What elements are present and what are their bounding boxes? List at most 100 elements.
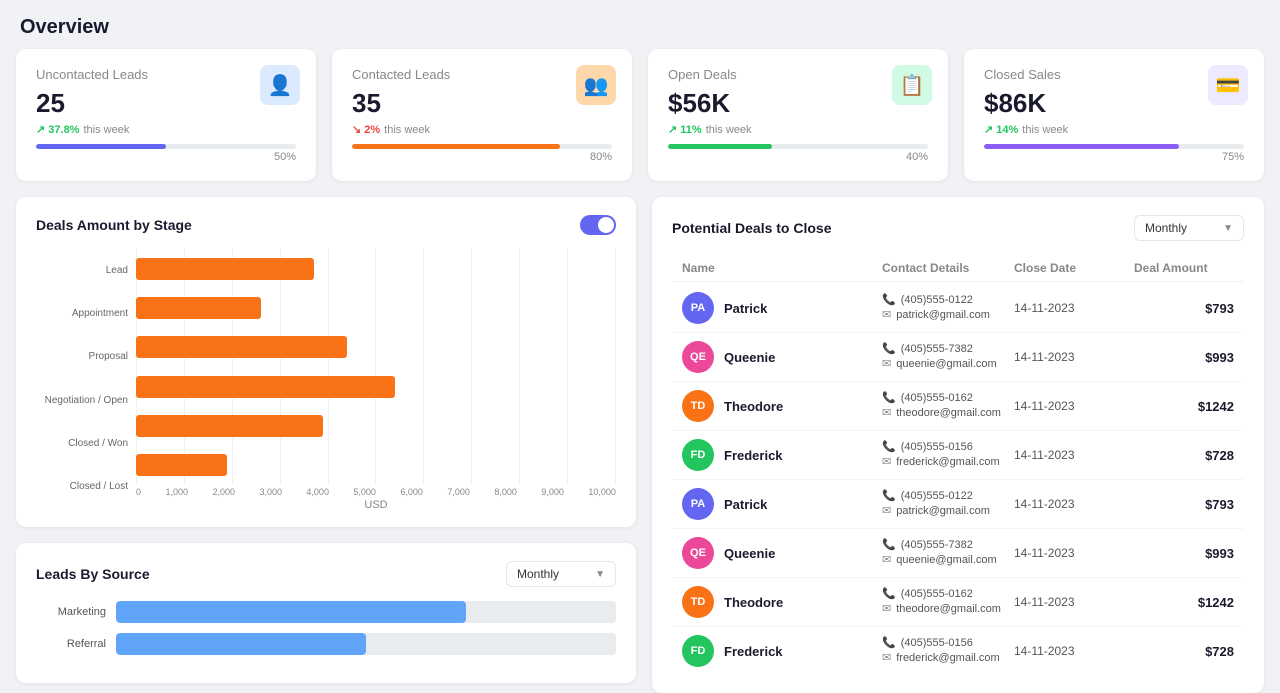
kpi-trend: ↗ 14% this week: [984, 123, 1244, 136]
phone-detail: 📞 (405)555-0162: [882, 391, 1014, 404]
contact-name: Frederick: [724, 448, 783, 463]
phone-icon: 📞: [882, 342, 896, 355]
x-axis-label: 5,000: [353, 487, 376, 497]
email-icon: ✉: [882, 455, 891, 468]
kpi-progress-fill: [668, 144, 772, 149]
trend-up-icon: ↗ 11%: [668, 123, 702, 136]
potential-deals-title: Potential Deals to Close: [672, 220, 831, 236]
kpi-icon-3: 💳: [1208, 65, 1248, 105]
phone-icon: 📞: [882, 440, 896, 453]
contact-name: Theodore: [724, 595, 783, 610]
close-date: 14-11-2023: [1014, 546, 1134, 560]
phone-icon: 📞: [882, 391, 896, 404]
contact-cell: TD Theodore: [682, 390, 882, 422]
table-row: TD Theodore 📞 (405)555-0162 ✉ theodore@g…: [672, 578, 1244, 627]
bottom-row: Deals Amount by Stage LeadAppointmentPro…: [0, 197, 1280, 693]
kpi-value: $86K: [984, 88, 1244, 119]
deals-chart: LeadAppointmentProposalNegotiation / Ope…: [36, 249, 616, 509]
trend-down-icon: ↘ 2%: [352, 123, 380, 136]
phone-detail: 📞 (405)555-7382: [882, 342, 1014, 355]
kpi-value: 25: [36, 88, 296, 119]
contact-name: Queenie: [724, 350, 775, 365]
potential-deals-dropdown[interactable]: Monthly ▼: [1134, 215, 1244, 241]
deals-chart-header: Deals Amount by Stage: [36, 215, 616, 235]
email-detail: ✉ queenie@gmail.com: [882, 357, 1014, 370]
bar-5: [136, 454, 227, 476]
kpi-trend: ↗ 11% this week: [668, 123, 928, 136]
deal-amount: $993: [1134, 546, 1234, 561]
table-header: NameContact DetailsClose DateDeal Amount: [672, 255, 1244, 282]
page-title: Overview: [0, 0, 1280, 49]
leads-source-card: Leads By Source Monthly ▼ Marketing Refe…: [16, 543, 636, 683]
contact-details: 📞 (405)555-0162 ✉ theodore@gmail.com: [882, 587, 1014, 617]
kpi-card-3: Closed Sales $86K ↗ 14% this week 75% 💳: [964, 49, 1264, 181]
leads-source-dropdown[interactable]: Monthly ▼: [506, 561, 616, 587]
kpi-progress-fill: [352, 144, 560, 149]
kpi-percent: 75%: [984, 151, 1244, 163]
kpi-icon-2: 📋: [892, 65, 932, 105]
close-date: 14-11-2023: [1014, 301, 1134, 315]
table-row: PA Patrick 📞 (405)555-0122 ✉ patrick@gma…: [672, 480, 1244, 529]
email-detail: ✉ queenie@gmail.com: [882, 553, 1014, 566]
potential-deals-card: Potential Deals to Close Monthly ▼ NameC…: [652, 197, 1264, 693]
x-axis-label: 4,000: [306, 487, 329, 497]
email-icon: ✉: [882, 602, 891, 615]
avatar: QE: [682, 341, 714, 373]
kpi-percent: 50%: [36, 151, 296, 163]
contact-name: Frederick: [724, 644, 783, 659]
close-date: 14-11-2023: [1014, 399, 1134, 413]
close-date: 14-11-2023: [1014, 497, 1134, 511]
x-axis-label: 0: [136, 487, 141, 497]
deal-amount: $1242: [1134, 399, 1234, 414]
bar-1: [136, 297, 261, 319]
table-row: PA Patrick 📞 (405)555-0122 ✉ patrick@gma…: [672, 284, 1244, 333]
table-row: FD Frederick 📞 (405)555-0156 ✉ frederick…: [672, 627, 1244, 675]
kpi-progress-fill: [984, 144, 1179, 149]
chart-bar-row: [136, 406, 616, 445]
x-axis-label: 10,000: [588, 487, 616, 497]
phone-icon: 📞: [882, 489, 896, 502]
stage-label: Lead: [106, 265, 128, 277]
stage-label: Negotiation / Open: [45, 395, 128, 407]
close-date: 14-11-2023: [1014, 448, 1134, 462]
avatar: PA: [682, 292, 714, 324]
leads-source-header: Leads By Source Monthly ▼: [36, 561, 616, 587]
leads-bar-label: Marketing: [36, 606, 106, 618]
kpi-icon-1: 👥: [576, 65, 616, 105]
email-icon: ✉: [882, 651, 891, 664]
avatar: TD: [682, 586, 714, 618]
kpi-percent: 40%: [668, 151, 928, 163]
bar-0: [136, 258, 314, 280]
table-col-header: Close Date: [1014, 261, 1134, 275]
stage-label: Proposal: [89, 351, 128, 363]
leads-bar-track: [116, 633, 616, 655]
table-row: QE Queenie 📞 (405)555-7382 ✉ queenie@gma…: [672, 529, 1244, 578]
phone-icon: 📞: [882, 293, 896, 306]
deals-toggle[interactable]: [580, 215, 616, 235]
kpi-icon-0: 👤: [260, 65, 300, 105]
email-icon: ✉: [882, 553, 891, 566]
panel-right: Potential Deals to Close Monthly ▼ NameC…: [652, 197, 1264, 693]
phone-icon: 📞: [882, 636, 896, 649]
leads-source-title: Leads By Source: [36, 566, 150, 582]
chevron-down-icon-2: ▼: [1223, 223, 1233, 234]
potential-deals-header: Potential Deals to Close Monthly ▼: [672, 215, 1244, 241]
email-icon: ✉: [882, 406, 891, 419]
contact-details: 📞 (405)555-0162 ✉ theodore@gmail.com: [882, 391, 1014, 421]
contact-name: Patrick: [724, 301, 767, 316]
leads-bar-label: Referral: [36, 638, 106, 650]
panel-left: Deals Amount by Stage LeadAppointmentPro…: [16, 197, 636, 693]
chart-bar-row: [136, 446, 616, 485]
contact-details: 📞 (405)555-0156 ✉ frederick@gmail.com: [882, 636, 1014, 666]
phone-detail: 📞 (405)555-0122: [882, 489, 1014, 502]
leads-bar-row: Referral: [36, 633, 616, 655]
deal-amount: $993: [1134, 350, 1234, 365]
stage-label: Closed / Lost: [70, 481, 128, 493]
email-detail: ✉ frederick@gmail.com: [882, 455, 1014, 468]
contact-cell: QE Queenie: [682, 341, 882, 373]
table-body[interactable]: PA Patrick 📞 (405)555-0122 ✉ patrick@gma…: [672, 284, 1244, 675]
x-axis-title: USD: [136, 499, 616, 511]
phone-icon: 📞: [882, 538, 896, 551]
chart-bar-row: [136, 328, 616, 367]
kpi-card-1: Contacted Leads 35 ↘ 2% this week 80% 👥: [332, 49, 632, 181]
